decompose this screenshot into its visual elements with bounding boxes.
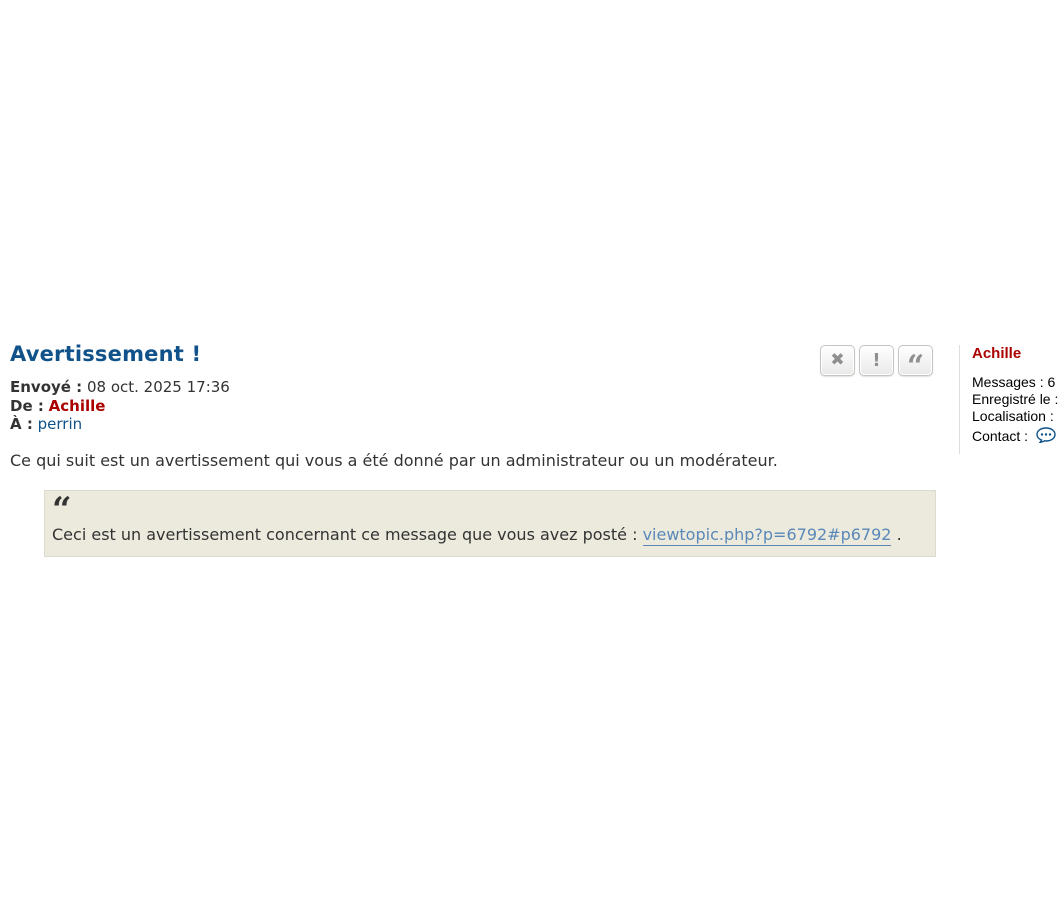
- page: Avertissement ! Envoyé : 08 oct. 2025 17…: [0, 0, 1058, 907]
- location-label: Localisation :: [972, 408, 1054, 424]
- profile-username[interactable]: Achille: [972, 345, 1021, 362]
- messages-count[interactable]: 6: [1047, 374, 1055, 390]
- profile-registered: Enregistré le :: [972, 391, 1058, 407]
- quote-button[interactable]: “: [898, 345, 933, 381]
- to-label: À :: [10, 415, 33, 433]
- close-icon: ✖: [830, 350, 845, 370]
- report-button[interactable]: !: [859, 345, 894, 376]
- delete-button[interactable]: ✖: [820, 345, 855, 376]
- quote-body: Ceci est un avertissement concernant ce …: [52, 525, 638, 544]
- quote-suffix: .: [896, 525, 902, 544]
- sent-line: Envoyé : 08 oct. 2025 17:36: [10, 378, 230, 397]
- sent-label: Envoyé :: [10, 378, 83, 396]
- post-actions: ✖ ! “: [820, 345, 933, 381]
- quote-post-link[interactable]: viewtopic.php?p=6792#p6792: [642, 525, 892, 546]
- sent-date: 08 oct. 2025 17:36: [86, 378, 230, 396]
- message-body: Ce qui suit est un avertissement qui vou…: [10, 451, 778, 470]
- to-line: À : perrin: [10, 415, 230, 434]
- profile-messages: Messages : 6: [972, 374, 1055, 390]
- to-user-link[interactable]: perrin: [38, 415, 83, 433]
- quote-mark-icon: “: [52, 493, 72, 517]
- contact-label: Contact :: [972, 428, 1029, 445]
- registered-label: Enregistré le :: [972, 391, 1058, 407]
- from-line: De : Achille: [10, 397, 230, 416]
- exclamation-icon: !: [872, 349, 881, 371]
- from-label: De :: [10, 396, 44, 415]
- speech-bubble-icon[interactable]: [1036, 427, 1056, 448]
- quote-text: Ceci est un avertissement concernant ce …: [52, 525, 902, 546]
- messages-label: Messages :: [972, 374, 1044, 390]
- from-user-link[interactable]: Achille: [49, 397, 106, 415]
- quote-block: “ Ceci est un avertissement concernant c…: [44, 490, 936, 557]
- private-message: Avertissement ! Envoyé : 08 oct. 2025 17…: [0, 336, 1058, 576]
- profile-location: Localisation :: [972, 408, 1054, 424]
- author-profile: Achille Messages : 6 Enregistré le : Loc…: [959, 345, 1058, 454]
- message-meta: Envoyé : 08 oct. 2025 17:36 De : Achille…: [10, 378, 230, 434]
- message-title[interactable]: Avertissement !: [10, 342, 201, 366]
- profile-contact: Contact :: [972, 427, 1056, 448]
- quote-icon: “: [906, 348, 925, 384]
